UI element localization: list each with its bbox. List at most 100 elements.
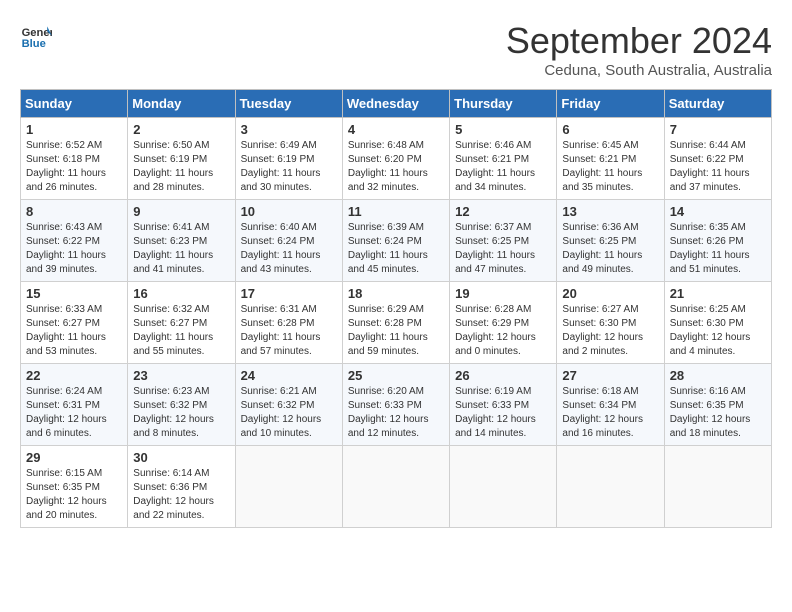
day-info: Sunrise: 6:33 AM Sunset: 6:27 PM Dayligh… bbox=[26, 303, 122, 359]
calendar-cell: 30 Sunrise: 6:14 AM Sunset: 6:36 PM Dayli… bbox=[128, 446, 235, 528]
calendar-cell: 8 Sunrise: 6:43 AM Sunset: 6:22 PM Daylig… bbox=[21, 200, 128, 282]
header-cell-friday: Friday bbox=[557, 90, 664, 118]
day-number: 24 bbox=[241, 368, 337, 383]
day-info: Sunrise: 6:32 AM Sunset: 6:27 PM Dayligh… bbox=[133, 303, 229, 359]
calendar-cell: 6 Sunrise: 6:45 AM Sunset: 6:21 PM Daylig… bbox=[557, 118, 664, 200]
day-info: Sunrise: 6:23 AM Sunset: 6:32 PM Dayligh… bbox=[133, 385, 229, 441]
day-number: 6 bbox=[562, 122, 658, 137]
day-number: 30 bbox=[133, 450, 229, 465]
day-number: 25 bbox=[348, 368, 444, 383]
day-number: 28 bbox=[670, 368, 766, 383]
calendar-cell: 4 Sunrise: 6:48 AM Sunset: 6:20 PM Daylig… bbox=[342, 118, 449, 200]
day-info: Sunrise: 6:49 AM Sunset: 6:19 PM Dayligh… bbox=[241, 139, 337, 195]
day-info: Sunrise: 6:43 AM Sunset: 6:22 PM Dayligh… bbox=[26, 221, 122, 277]
day-info: Sunrise: 6:29 AM Sunset: 6:28 PM Dayligh… bbox=[348, 303, 444, 359]
day-info: Sunrise: 6:21 AM Sunset: 6:32 PM Dayligh… bbox=[241, 385, 337, 441]
day-number: 9 bbox=[133, 204, 229, 219]
header-cell-wednesday: Wednesday bbox=[342, 90, 449, 118]
calendar-cell: 7Sunrise: 6:44 AM Sunset: 6:22 PM Daylig… bbox=[664, 118, 771, 200]
day-number: 22 bbox=[26, 368, 122, 383]
logo: General Blue bbox=[20, 20, 52, 52]
calendar-cell: 21 Sunrise: 6:25 AM Sunset: 6:30 PM Dayli… bbox=[664, 282, 771, 364]
day-number: 10 bbox=[241, 204, 337, 219]
calendar-cell bbox=[664, 446, 771, 528]
day-info: Sunrise: 6:40 AM Sunset: 6:24 PM Dayligh… bbox=[241, 221, 337, 277]
day-info: Sunrise: 6:41 AM Sunset: 6:23 PM Dayligh… bbox=[133, 221, 229, 277]
calendar-cell: 1Sunrise: 6:52 AM Sunset: 6:18 PM Daylig… bbox=[21, 118, 128, 200]
day-info: Sunrise: 6:25 AM Sunset: 6:30 PM Dayligh… bbox=[670, 303, 766, 359]
calendar-week-5: 29 Sunrise: 6:15 AM Sunset: 6:35 PM Dayli… bbox=[21, 446, 772, 528]
day-info: Sunrise: 6:16 AM Sunset: 6:35 PM Dayligh… bbox=[670, 385, 766, 441]
day-info: Sunrise: 6:39 AM Sunset: 6:24 PM Dayligh… bbox=[348, 221, 444, 277]
header-cell-thursday: Thursday bbox=[450, 90, 557, 118]
calendar-cell: 20 Sunrise: 6:27 AM Sunset: 6:30 PM Dayli… bbox=[557, 282, 664, 364]
calendar-cell: 11 Sunrise: 6:39 AM Sunset: 6:24 PM Dayli… bbox=[342, 200, 449, 282]
day-info: Sunrise: 6:15 AM Sunset: 6:35 PM Dayligh… bbox=[26, 467, 122, 523]
day-info: Sunrise: 6:28 AM Sunset: 6:29 PM Dayligh… bbox=[455, 303, 551, 359]
day-number: 5 bbox=[455, 122, 551, 137]
day-number: 26 bbox=[455, 368, 551, 383]
calendar-cell: 22 Sunrise: 6:24 AM Sunset: 6:31 PM Dayli… bbox=[21, 364, 128, 446]
calendar-cell: 5 Sunrise: 6:46 AM Sunset: 6:21 PM Daylig… bbox=[450, 118, 557, 200]
calendar-header-row: SundayMondayTuesdayWednesdayThursdayFrid… bbox=[21, 90, 772, 118]
calendar-cell: 27Sunrise: 6:18 AM Sunset: 6:34 PM Dayli… bbox=[557, 364, 664, 446]
calendar-cell bbox=[450, 446, 557, 528]
day-number: 19 bbox=[455, 286, 551, 301]
day-number: 14 bbox=[670, 204, 766, 219]
calendar-body: 1Sunrise: 6:52 AM Sunset: 6:18 PM Daylig… bbox=[21, 118, 772, 528]
day-number: 20 bbox=[562, 286, 658, 301]
calendar-cell: 12 Sunrise: 6:37 AM Sunset: 6:25 PM Dayli… bbox=[450, 200, 557, 282]
day-number: 13 bbox=[562, 204, 658, 219]
calendar-cell: 10 Sunrise: 6:40 AM Sunset: 6:24 PM Dayli… bbox=[235, 200, 342, 282]
calendar-cell bbox=[557, 446, 664, 528]
logo-icon: General Blue bbox=[20, 20, 52, 52]
calendar-week-1: 1Sunrise: 6:52 AM Sunset: 6:18 PM Daylig… bbox=[21, 118, 772, 200]
calendar-cell: 2Sunrise: 6:50 AM Sunset: 6:19 PM Daylig… bbox=[128, 118, 235, 200]
calendar-cell: 23 Sunrise: 6:23 AM Sunset: 6:32 PM Dayli… bbox=[128, 364, 235, 446]
day-number: 17 bbox=[241, 286, 337, 301]
location: Ceduna, South Australia, Australia bbox=[506, 62, 772, 79]
calendar-cell: 3Sunrise: 6:49 AM Sunset: 6:19 PM Daylig… bbox=[235, 118, 342, 200]
calendar-week-3: 15 Sunrise: 6:33 AM Sunset: 6:27 PM Dayli… bbox=[21, 282, 772, 364]
day-info: Sunrise: 6:19 AM Sunset: 6:33 PM Dayligh… bbox=[455, 385, 551, 441]
day-number: 29 bbox=[26, 450, 122, 465]
day-number: 12 bbox=[455, 204, 551, 219]
calendar-cell: 28 Sunrise: 6:16 AM Sunset: 6:35 PM Dayli… bbox=[664, 364, 771, 446]
day-number: 21 bbox=[670, 286, 766, 301]
day-info: Sunrise: 6:18 AM Sunset: 6:34 PM Dayligh… bbox=[562, 385, 658, 441]
day-info: Sunrise: 6:52 AM Sunset: 6:18 PM Dayligh… bbox=[26, 139, 122, 195]
day-info: Sunrise: 6:31 AM Sunset: 6:28 PM Dayligh… bbox=[241, 303, 337, 359]
day-info: Sunrise: 6:20 AM Sunset: 6:33 PM Dayligh… bbox=[348, 385, 444, 441]
day-number: 4 bbox=[348, 122, 444, 137]
day-number: 16 bbox=[133, 286, 229, 301]
day-info: Sunrise: 6:27 AM Sunset: 6:30 PM Dayligh… bbox=[562, 303, 658, 359]
day-number: 15 bbox=[26, 286, 122, 301]
day-number: 23 bbox=[133, 368, 229, 383]
calendar-cell: 15 Sunrise: 6:33 AM Sunset: 6:27 PM Dayli… bbox=[21, 282, 128, 364]
day-number: 18 bbox=[348, 286, 444, 301]
svg-text:Blue: Blue bbox=[22, 38, 46, 50]
day-info: Sunrise: 6:48 AM Sunset: 6:20 PM Dayligh… bbox=[348, 139, 444, 195]
calendar-cell: 9 Sunrise: 6:41 AM Sunset: 6:23 PM Daylig… bbox=[128, 200, 235, 282]
day-info: Sunrise: 6:24 AM Sunset: 6:31 PM Dayligh… bbox=[26, 385, 122, 441]
calendar-table: SundayMondayTuesdayWednesdayThursdayFrid… bbox=[20, 89, 772, 528]
calendar-cell: 24 Sunrise: 6:21 AM Sunset: 6:32 PM Dayli… bbox=[235, 364, 342, 446]
calendar-cell: 25 Sunrise: 6:20 AM Sunset: 6:33 PM Dayli… bbox=[342, 364, 449, 446]
calendar-week-2: 8 Sunrise: 6:43 AM Sunset: 6:22 PM Daylig… bbox=[21, 200, 772, 282]
calendar-cell: 26 Sunrise: 6:19 AM Sunset: 6:33 PM Dayli… bbox=[450, 364, 557, 446]
day-info: Sunrise: 6:37 AM Sunset: 6:25 PM Dayligh… bbox=[455, 221, 551, 277]
title-area: September 2024 Ceduna, South Australia, … bbox=[506, 20, 772, 79]
calendar-cell bbox=[342, 446, 449, 528]
day-number: 7 bbox=[670, 122, 766, 137]
day-number: 11 bbox=[348, 204, 444, 219]
calendar-cell bbox=[235, 446, 342, 528]
day-info: Sunrise: 6:45 AM Sunset: 6:21 PM Dayligh… bbox=[562, 139, 658, 195]
calendar-cell: 19 Sunrise: 6:28 AM Sunset: 6:29 PM Dayli… bbox=[450, 282, 557, 364]
day-info: Sunrise: 6:35 AM Sunset: 6:26 PM Dayligh… bbox=[670, 221, 766, 277]
calendar-cell: 17 Sunrise: 6:31 AM Sunset: 6:28 PM Dayli… bbox=[235, 282, 342, 364]
calendar-cell: 14 Sunrise: 6:35 AM Sunset: 6:26 PM Dayli… bbox=[664, 200, 771, 282]
day-info: Sunrise: 6:46 AM Sunset: 6:21 PM Dayligh… bbox=[455, 139, 551, 195]
calendar-cell: 18 Sunrise: 6:29 AM Sunset: 6:28 PM Dayli… bbox=[342, 282, 449, 364]
day-number: 8 bbox=[26, 204, 122, 219]
day-info: Sunrise: 6:14 AM Sunset: 6:36 PM Dayligh… bbox=[133, 467, 229, 523]
